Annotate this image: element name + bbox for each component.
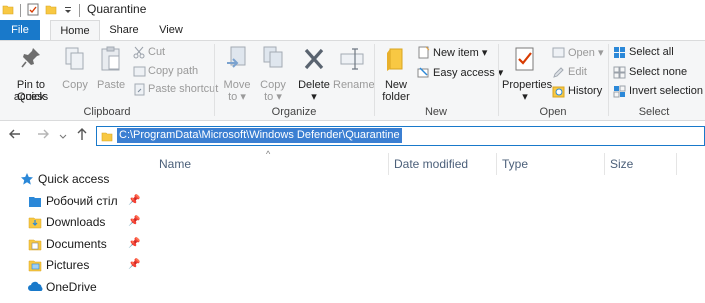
- ribbon: Pin to Quick access Copy Paste Cut Copy …: [0, 40, 705, 121]
- column-name-header[interactable]: Name: [159, 157, 191, 171]
- column-type-header[interactable]: Type: [502, 157, 528, 171]
- invert-selection-icon: [613, 85, 626, 98]
- pin-icon: 📌: [128, 238, 141, 249]
- new-group-label: New: [424, 106, 447, 118]
- invert-selection-button[interactable]: Invert selection: [613, 85, 703, 99]
- downloads-folder-icon: [28, 217, 42, 229]
- edit-icon: [553, 67, 564, 78]
- nav-onedrive[interactable]: OneDrive: [28, 279, 140, 295]
- paste-icon: [101, 46, 120, 71]
- open-group-label: Open: [539, 106, 567, 118]
- column-size-header[interactable]: Size: [610, 157, 633, 171]
- window-title: Quarantine: [87, 2, 147, 16]
- new-folder-icon: [387, 48, 403, 71]
- paste-shortcut-button[interactable]: Paste shortcut: [133, 83, 218, 97]
- pin-icon: 📌: [128, 259, 141, 270]
- select-group-label: Select: [638, 106, 670, 118]
- tab-home[interactable]: Home: [50, 20, 100, 41]
- address-path[interactable]: C:\ProgramData\Microsoft\Windows Defende…: [117, 128, 402, 143]
- copy-to-icon: [263, 46, 283, 68]
- forward-button[interactable]: [36, 127, 50, 144]
- up-arrow-icon: [77, 128, 87, 140]
- folder-icon: [101, 132, 113, 142]
- star-icon: [21, 173, 33, 185]
- clipboard-group-label: Clipboard: [83, 106, 131, 118]
- move-to-icon: [227, 46, 246, 68]
- folder-icon: [2, 5, 14, 15]
- open-button[interactable]: Open ▾: [552, 46, 606, 60]
- ribbon-tabs: File Home Share View: [0, 20, 705, 41]
- scissors-icon: [133, 46, 145, 59]
- easy-access-button[interactable]: Easy access ▾: [417, 66, 503, 80]
- copy-icon: [65, 47, 84, 70]
- select-all-button[interactable]: Select all: [613, 46, 703, 60]
- up-button[interactable]: [75, 127, 89, 144]
- paste-shortcut-icon: [134, 83, 145, 96]
- nav-item-desktop[interactable]: Робочий стіл 📌: [28, 193, 140, 209]
- history-icon: [552, 86, 565, 98]
- nav-item-pictures[interactable]: Pictures 📌: [28, 257, 140, 273]
- qat-dropdown-icon[interactable]: [64, 6, 72, 14]
- forward-arrow-icon: [38, 129, 49, 139]
- title-bar: Quarantine: [0, 0, 705, 20]
- tab-view[interactable]: View: [154, 20, 188, 40]
- back-button[interactable]: [8, 127, 22, 144]
- copy-path-button[interactable]: Copy path: [133, 65, 211, 79]
- column-date-header[interactable]: Date modified: [394, 157, 468, 171]
- new-item-button[interactable]: New item ▾: [417, 46, 497, 60]
- delete-x-icon: [304, 48, 324, 70]
- rename-icon: [340, 48, 364, 70]
- open-icon: [552, 47, 565, 58]
- pin-icon: 📌: [128, 216, 141, 227]
- documents-folder-icon: [28, 239, 42, 251]
- easy-access-icon: [417, 67, 429, 78]
- properties-qat-icon[interactable]: [27, 3, 40, 16]
- cloud-icon: [28, 281, 43, 291]
- sort-up-icon: ^: [266, 149, 271, 159]
- nav-item-downloads[interactable]: Downloads 📌: [28, 214, 140, 230]
- pictures-folder-icon: [28, 260, 42, 272]
- tab-share[interactable]: Share: [106, 20, 142, 40]
- chevron-down-icon: [59, 134, 67, 139]
- pin-icon: [21, 48, 40, 68]
- recent-locations-button[interactable]: [59, 131, 67, 143]
- new-folder-qat-icon[interactable]: [45, 3, 57, 15]
- history-button[interactable]: History: [552, 85, 606, 99]
- new-item-icon: [418, 46, 430, 59]
- properties-icon: [515, 47, 534, 71]
- organize-group-label: Organize: [271, 106, 317, 118]
- nav-item-documents[interactable]: Documents 📌: [28, 236, 140, 252]
- edit-button[interactable]: Edit: [552, 66, 606, 80]
- tab-file[interactable]: File: [0, 20, 40, 40]
- select-none-button[interactable]: Select none: [613, 66, 703, 80]
- desktop-folder-icon: [29, 197, 41, 207]
- select-all-icon: [614, 47, 625, 58]
- address-bar[interactable]: C:\ProgramData\Microsoft\Windows Defende…: [96, 126, 705, 146]
- copy-path-icon: [133, 66, 146, 77]
- select-none-icon: [613, 66, 626, 79]
- cut-button[interactable]: Cut: [133, 46, 211, 60]
- nav-quick-access[interactable]: Quick access: [20, 171, 140, 187]
- pin-icon: 📌: [128, 195, 141, 206]
- back-arrow-icon: [9, 129, 20, 139]
